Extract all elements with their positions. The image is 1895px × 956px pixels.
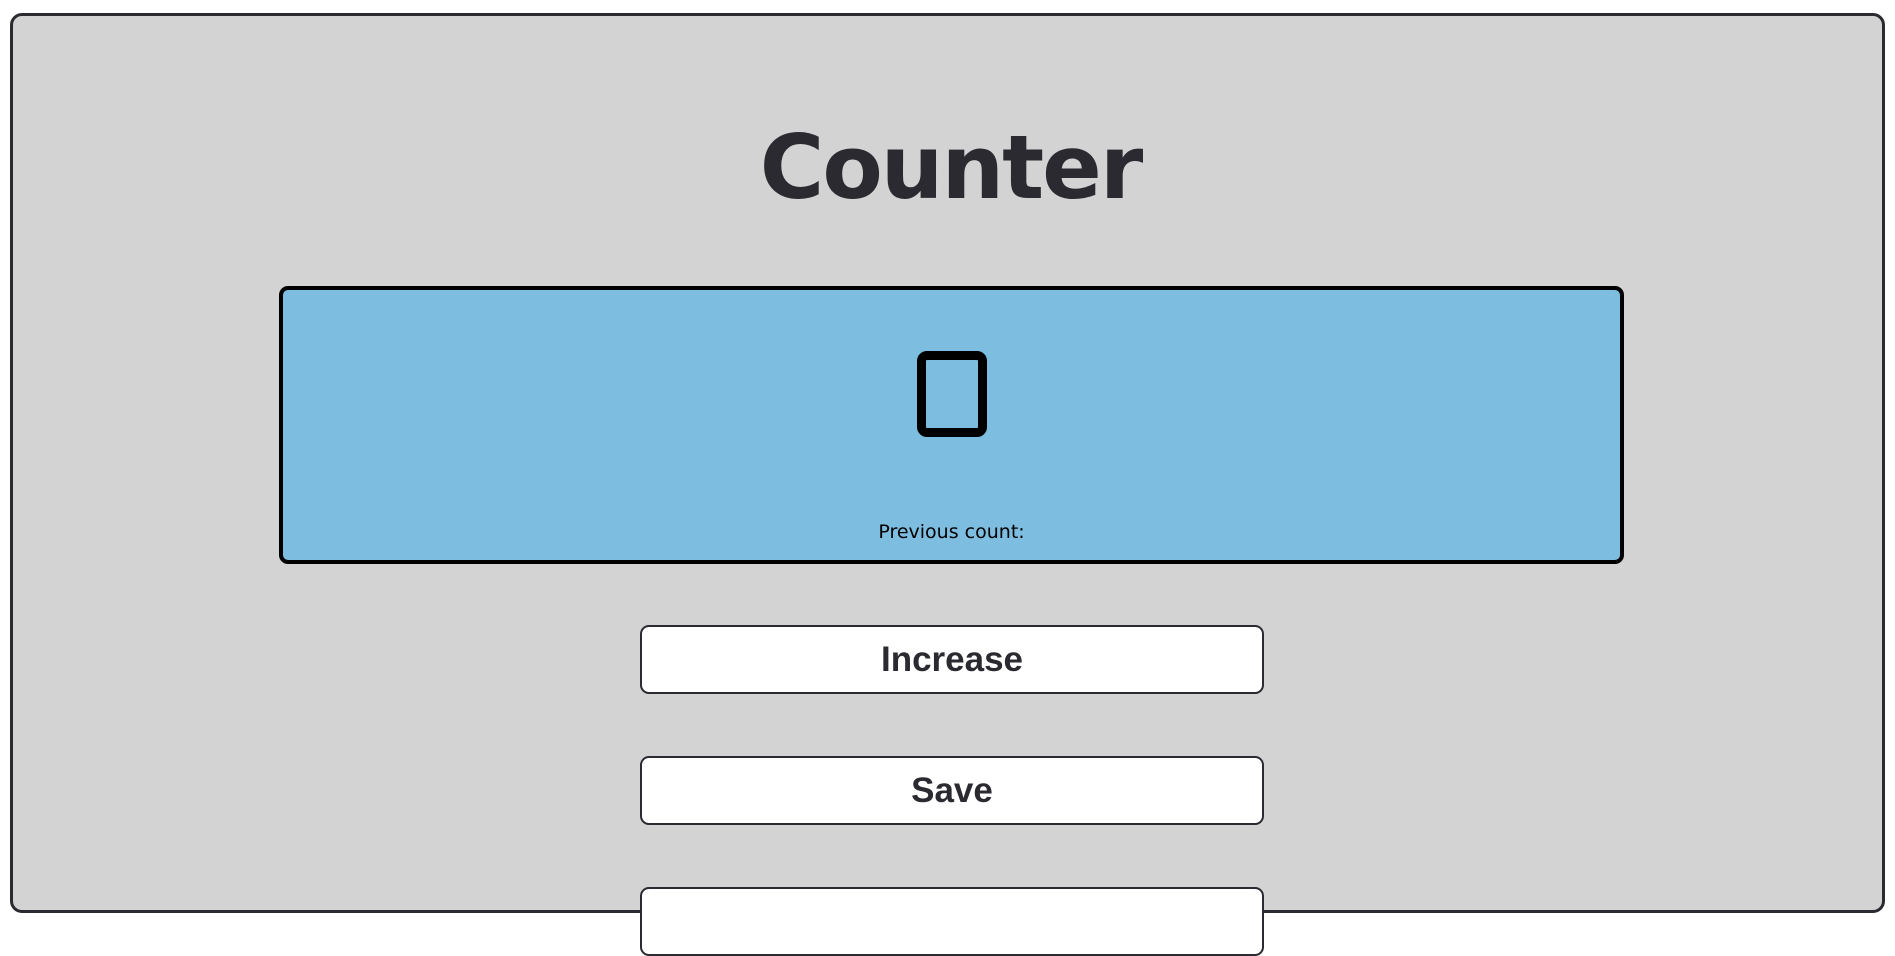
count-value	[283, 344, 1620, 444]
app-container: Counter Previous count: Increase Save	[10, 13, 1885, 956]
save-button[interactable]: Save	[640, 756, 1264, 825]
partially-visible-button[interactable]	[640, 887, 1264, 956]
counter-display: Previous count:	[279, 286, 1624, 564]
previous-count-label: Previous count:	[878, 521, 1025, 543]
empty-glyph-icon	[916, 351, 987, 437]
increase-button[interactable]: Increase	[640, 625, 1264, 694]
page-title: Counter	[759, 116, 1143, 219]
